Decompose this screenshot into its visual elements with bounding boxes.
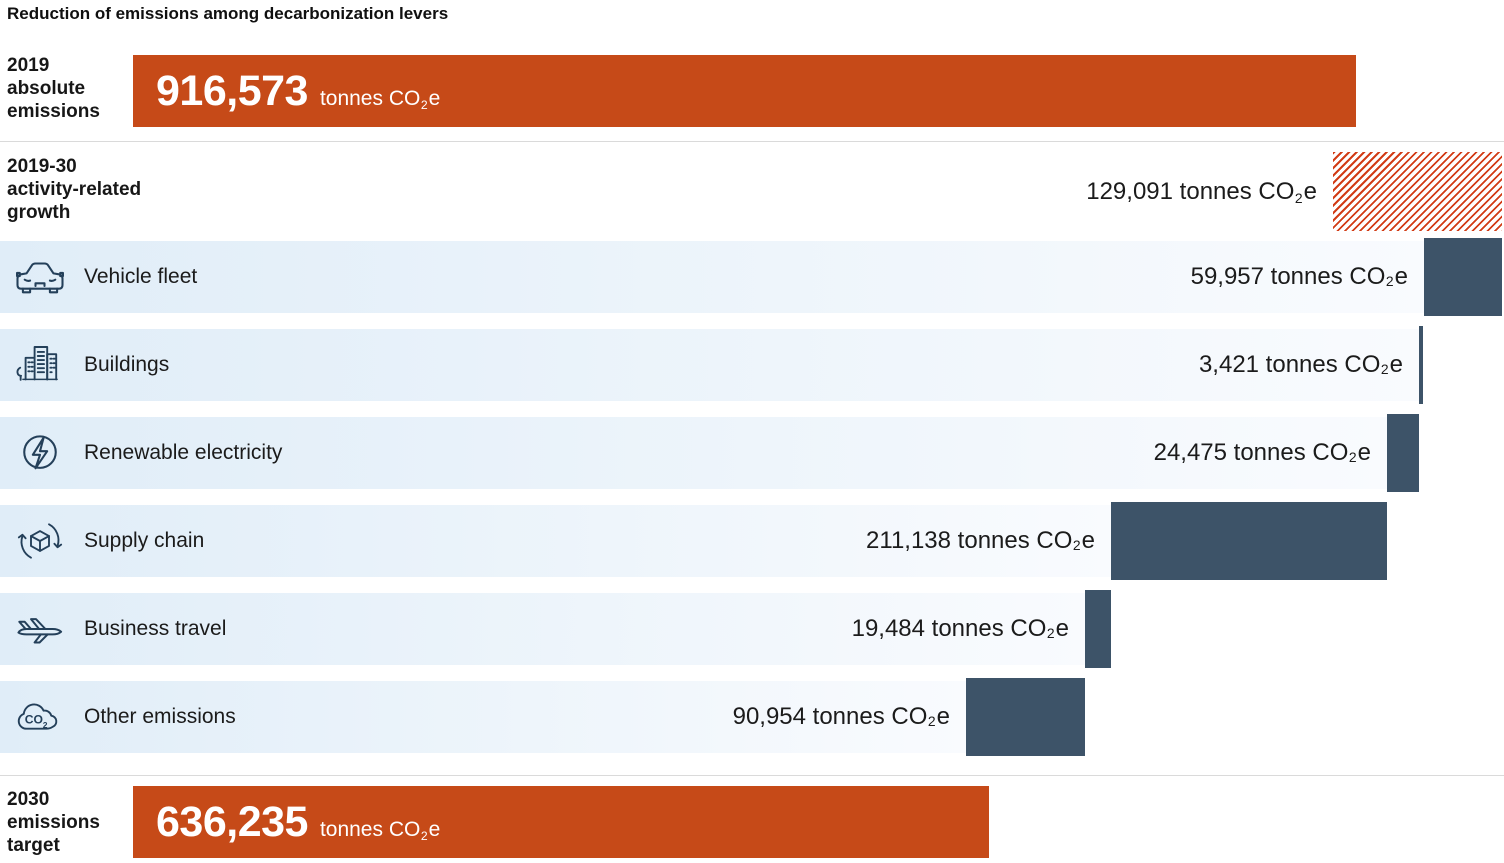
svg-text:CO: CO: [25, 712, 43, 726]
airplane-icon: [13, 602, 67, 656]
lever-value: 90,954 tonnes CO2e: [733, 678, 950, 756]
start-total-bar: 916,573 tonnes CO2e: [133, 55, 1356, 127]
lever-label: Vehicle fleet: [84, 241, 197, 313]
lever-row-other-emissions: CO 2 Other emissions 90,954 tonnes CO2e: [0, 681, 1504, 753]
start-label: 2019absoluteemissions: [7, 54, 132, 124]
lever-value: 19,484 tonnes CO2e: [852, 590, 1069, 668]
lever-row-buildings: Buildings 3,421 tonnes CO2e: [0, 329, 1504, 401]
target-total-bar: 636,235 tonnes CO2e: [133, 786, 989, 858]
lever-label: Buildings: [84, 329, 169, 401]
growth-label: 2019-30activity-relatedgrowth: [7, 155, 207, 225]
lever-value: 3,421 tonnes CO2e: [1199, 326, 1403, 404]
car-icon: [13, 250, 67, 304]
lever-bar: [1085, 590, 1111, 668]
divider: [0, 775, 1504, 776]
lever-label: Renewable electricity: [84, 417, 282, 489]
target-unit: tonnes CO2e: [320, 818, 440, 841]
lever-label: Other emissions: [84, 681, 236, 753]
lever-value: 24,475 tonnes CO2e: [1154, 414, 1371, 492]
lever-label: Supply chain: [84, 505, 204, 577]
co2-cloud-icon: CO 2: [13, 690, 67, 744]
lever-rows: Vehicle fleet 59,957 tonnes CO2e Buildin…: [0, 241, 1504, 769]
growth-hatched-bar: [1333, 152, 1502, 231]
lever-row-vehicle-fleet: Vehicle fleet 59,957 tonnes CO2e: [0, 241, 1504, 313]
divider: [0, 141, 1504, 142]
chart-title: Reduction of emissions among decarboniza…: [7, 4, 448, 24]
buildings-icon: [13, 338, 67, 392]
start-value: 916,573: [156, 67, 308, 115]
emissions-waterfall-chart: Reduction of emissions among decarboniza…: [0, 0, 1504, 863]
target-value: 636,235: [156, 798, 308, 846]
lever-bar: [966, 678, 1085, 756]
lever-bar: [1424, 238, 1502, 316]
lever-value: 211,138 tonnes CO2e: [866, 502, 1095, 580]
lever-bar: [1387, 414, 1419, 492]
lightning-icon: [13, 426, 67, 480]
svg-text:2: 2: [43, 720, 48, 730]
lever-bar: [1419, 326, 1423, 404]
lever-row-renewable-electricity: Renewable electricity 24,475 tonnes CO2e: [0, 417, 1504, 489]
lever-row-supply-chain: Supply chain 211,138 tonnes CO2e: [0, 505, 1504, 577]
start-unit: tonnes CO2e: [320, 87, 440, 110]
lever-value: 59,957 tonnes CO2e: [1191, 238, 1408, 316]
growth-value: 129,091 tonnes CO2e: [1086, 152, 1317, 231]
target-label: 2030emissionstarget: [7, 788, 132, 858]
lever-bar: [1111, 502, 1387, 580]
lever-label: Business travel: [84, 593, 226, 665]
supply-chain-icon: [13, 514, 67, 568]
lever-row-business-travel: Business travel 19,484 tonnes CO2e: [0, 593, 1504, 665]
